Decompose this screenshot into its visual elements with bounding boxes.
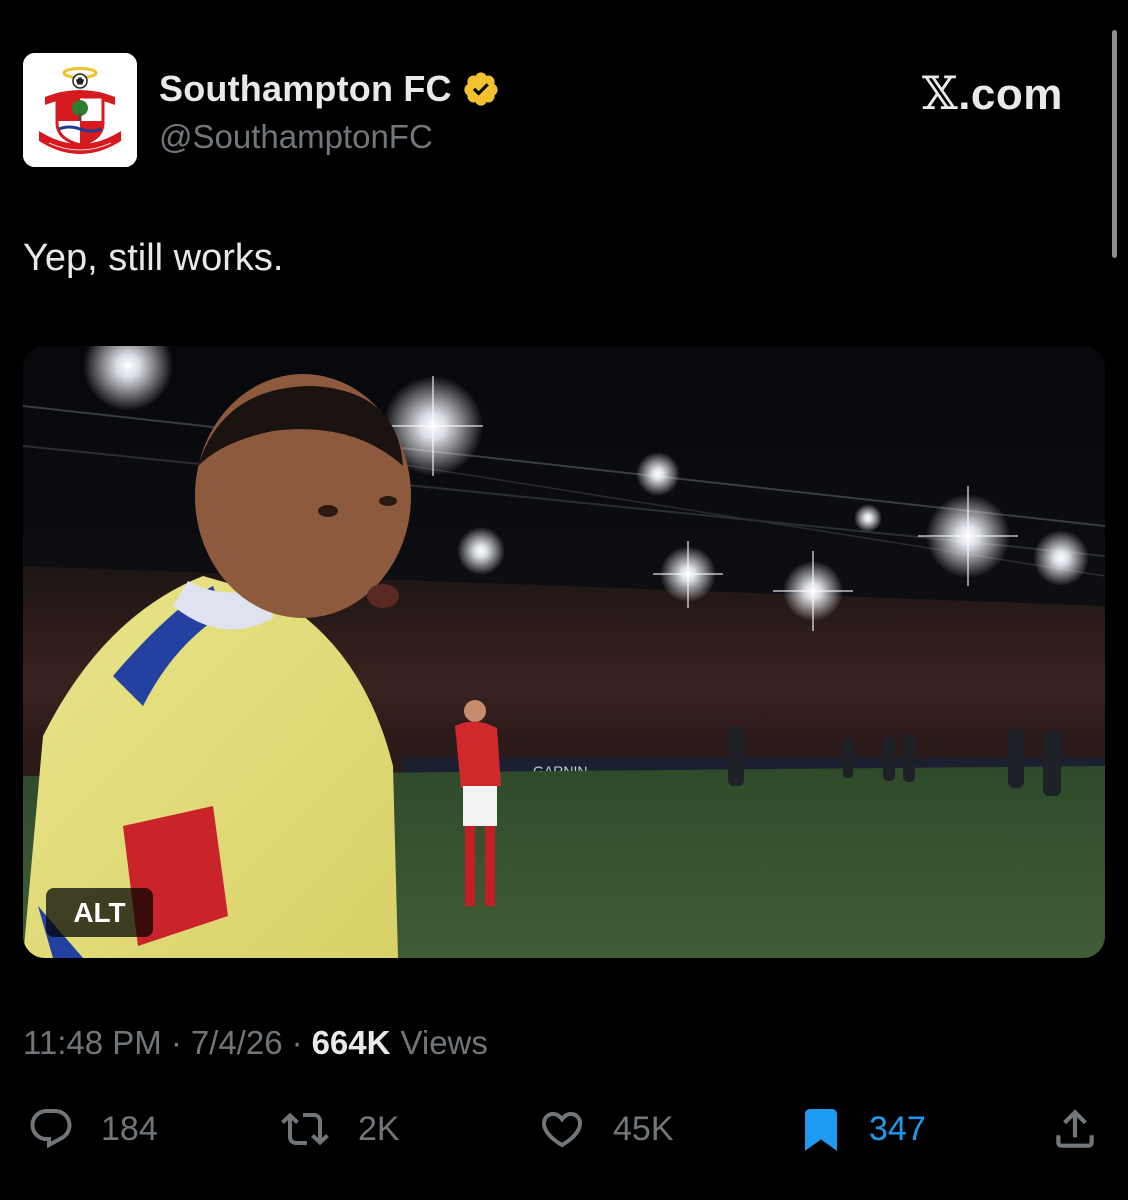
meta-separator: ·: [291, 1024, 303, 1061]
like-count: 45K: [613, 1109, 674, 1148]
tweet-media[interactable]: GARNIN ALT: [23, 346, 1105, 958]
verified-badge-icon[interactable]: [462, 70, 500, 108]
name-row: Southampton FC: [159, 68, 500, 110]
share-icon: [1056, 1109, 1094, 1148]
repost-icon: [281, 1112, 329, 1146]
like-button[interactable]: 45K: [535, 1105, 674, 1153]
views-count[interactable]: 664K: [312, 1024, 391, 1062]
reply-button[interactable]: 184: [25, 1105, 158, 1153]
views-label: Views: [400, 1024, 488, 1061]
repost-count: 2K: [358, 1109, 400, 1148]
brand-watermark: 𝕏.com: [922, 66, 1063, 120]
alt-text-badge[interactable]: ALT: [46, 888, 153, 937]
meta-separator: ·: [170, 1024, 182, 1061]
reply-icon: [30, 1109, 72, 1149]
avatar[interactable]: [23, 53, 137, 167]
tweet-text: Yep, still works.: [23, 237, 284, 279]
club-crest-logo: [23, 53, 137, 167]
brand-suffix: .com: [958, 70, 1063, 119]
media-image: GARNIN: [23, 346, 1105, 958]
reply-count: 184: [101, 1109, 158, 1148]
account-handle[interactable]: @SouthamptonFC: [159, 118, 433, 156]
x-logo: 𝕏: [922, 66, 959, 120]
tweet-date[interactable]: 7/4/26: [191, 1024, 283, 1062]
share-button[interactable]: [1050, 1105, 1100, 1153]
bookmark-count: 347: [869, 1109, 926, 1148]
repost-button[interactable]: 2K: [276, 1105, 400, 1153]
tweet-time[interactable]: 11:48 PM: [23, 1024, 162, 1062]
like-icon: [541, 1112, 583, 1148]
bookmark-button[interactable]: 347: [797, 1105, 926, 1153]
tweet-meta: 11:48 PM · 7/4/26 · 664K Views: [23, 1024, 488, 1062]
bookmark-icon: [805, 1109, 837, 1151]
display-name[interactable]: Southampton FC: [159, 68, 452, 110]
scrollbar[interactable]: [1112, 30, 1117, 258]
